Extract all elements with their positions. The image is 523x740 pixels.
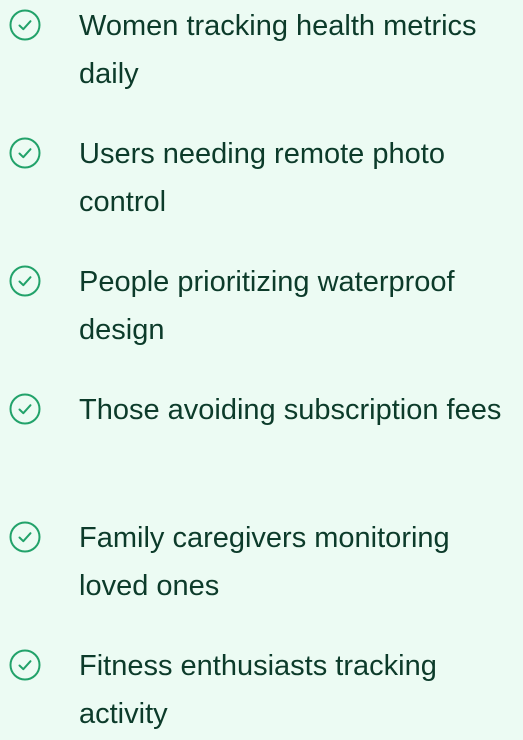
list-item-label: Users needing remote photo control [79, 138, 445, 218]
check-circle-icon [8, 520, 42, 554]
list-item-label: Family caregivers monitoring loved ones [79, 522, 450, 602]
check-circle-icon [8, 392, 42, 426]
list-item: Women tracking health metrics daily [0, 0, 523, 100]
list-item: People prioritizing waterproof design [0, 256, 523, 356]
list-item: Users needing remote photo control [0, 128, 523, 228]
check-circle-icon [8, 264, 42, 298]
check-circle-icon [8, 648, 42, 682]
list-item-label: Those avoiding subscription fees [79, 394, 502, 426]
audience-checklist: Women tracking health metrics daily User… [0, 0, 523, 730]
list-item: Fitness enthusiasts tracking activity [0, 640, 523, 740]
list-item-label: People prioritizing waterproof design [79, 266, 455, 346]
list-item-label: Women tracking health metrics daily [79, 10, 477, 90]
check-circle-icon [8, 8, 42, 42]
check-circle-icon [8, 136, 42, 170]
list-item: Those avoiding subscription fees [0, 384, 523, 484]
list-item: Family caregivers monitoring loved ones [0, 512, 523, 612]
list-item-label: Fitness enthusiasts tracking activity [79, 650, 437, 730]
